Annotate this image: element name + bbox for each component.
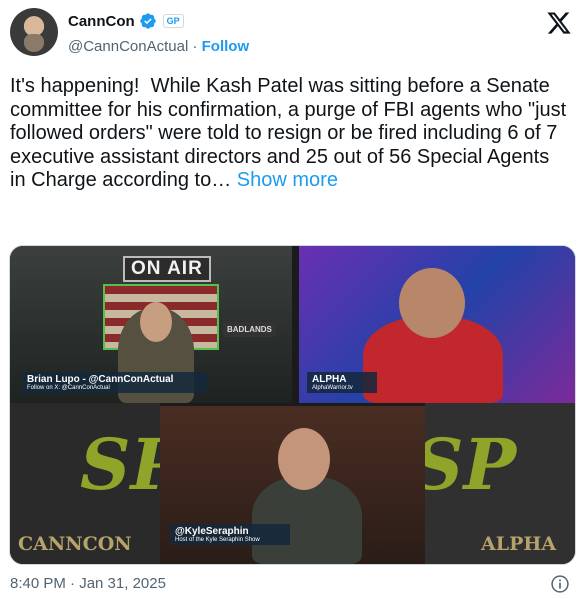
lower-third-sub: AlphaWarrior.tv	[312, 385, 353, 391]
author-handle[interactable]: @CannConActual	[68, 38, 188, 55]
lower-third-bottom-center: @KyleSeraphin Host of the Kyle Seraphin …	[170, 524, 290, 545]
follow-button[interactable]: Follow	[202, 38, 250, 55]
author-avatar[interactable]	[10, 8, 58, 56]
video-panel-bottom-right: SP ALPHA	[425, 403, 575, 564]
corner-name-left: CANNCON	[18, 533, 132, 555]
badlands-sign: BADLANDS	[223, 322, 276, 337]
author-name-row: CannCon GP	[68, 12, 184, 30]
affiliate-badge: GP	[162, 14, 184, 28]
host-head-left	[140, 302, 172, 342]
show-more-link[interactable]: Show more	[237, 169, 338, 191]
host-head-center	[278, 428, 330, 490]
guest-head-right	[399, 268, 465, 338]
on-air-sign: ON AIR	[123, 256, 211, 282]
lower-third-sub: Host of the Kyle Seraphin Show	[175, 537, 260, 543]
author-handle-row: @CannConActual · Follow	[68, 38, 249, 55]
info-icon[interactable]	[550, 574, 570, 594]
handle-separator: ·	[188, 38, 202, 55]
tweet-media-video[interactable]: ON AIR BADLANDS Brian Lupo - @CannConAct…	[9, 245, 576, 565]
lower-third-top-left: Brian Lupo - @CannConActual Follow on X:…	[22, 372, 207, 393]
verified-badge-icon	[139, 13, 156, 29]
lower-third-name: Brian Lupo - @CannConActual	[27, 374, 174, 385]
video-panel-bottom-left: SP CANNCON	[10, 403, 160, 564]
author-display-name[interactable]: CannCon	[68, 13, 135, 30]
lower-third-sub: Follow on X: @CannConActual	[27, 385, 110, 391]
sp-logo-right: SP	[425, 423, 517, 506]
sp-logo-left: SP	[80, 423, 160, 506]
avatar-beard	[24, 34, 44, 52]
lower-third-name: @KyleSeraphin	[175, 526, 249, 537]
tweet-text: It's happening! While Kash Patel was sit…	[10, 75, 570, 193]
corner-name-right: ALPHA	[481, 533, 557, 555]
video-panel-bottom-center: @KyleSeraphin Host of the Kyle Seraphin …	[160, 406, 425, 564]
lower-third-name: ALPHA	[312, 374, 347, 385]
x-logo-icon[interactable]	[546, 10, 572, 36]
tweet-timestamp[interactable]: 8:40 PM · Jan 31, 2025	[10, 575, 166, 592]
video-panel-top-left: ON AIR BADLANDS Brian Lupo - @CannConAct…	[10, 246, 292, 403]
video-panel-top-right: ALPHA AlphaWarrior.tv	[299, 246, 575, 403]
lower-third-top-right: ALPHA AlphaWarrior.tv	[307, 372, 377, 393]
